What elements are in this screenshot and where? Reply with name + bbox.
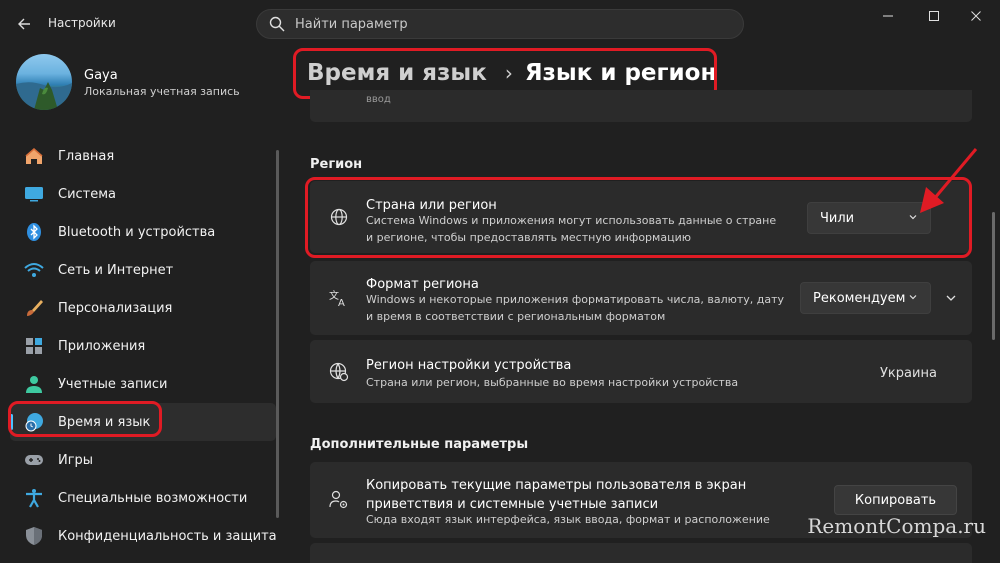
region-section-title: Регион	[310, 157, 363, 172]
account-type: Локальная учетная запись	[84, 85, 240, 98]
sidebar-item-bluetooth[interactable]: Bluetooth и устройства	[10, 213, 276, 251]
red-arrow-icon	[920, 148, 978, 213]
sidebar-item-apps[interactable]: Приложения	[10, 327, 276, 365]
region-format-expand-button[interactable]	[936, 284, 966, 312]
chevron-down-icon	[909, 295, 917, 300]
copy-button[interactable]: Копировать	[834, 485, 957, 515]
next-settings-card[interactable]	[310, 543, 972, 563]
sidebar-item-personalization[interactable]: Персонализация	[10, 289, 276, 327]
system-icon	[24, 184, 44, 204]
user-name: Gaya	[84, 68, 118, 83]
sidebar-item-system[interactable]: Система	[10, 175, 276, 213]
maximize-icon	[929, 11, 939, 21]
shield-icon	[24, 526, 44, 546]
input-card-text: ввод	[366, 94, 391, 105]
watermark: RemontCompa.ru	[807, 514, 986, 538]
sidebar-item-accessibility[interactable]: Специальные возможности	[10, 479, 276, 517]
minimize-button[interactable]	[866, 4, 910, 28]
page-title: Язык и регион	[524, 60, 717, 86]
breadcrumb-separator: ›	[504, 61, 513, 85]
sidebar-scrollbar[interactable]	[276, 150, 279, 518]
sidebar-item-home[interactable]: Главная	[10, 137, 276, 175]
format-language-icon: 文A	[328, 287, 350, 309]
region-format-dropdown[interactable]: Рекомендуем	[800, 282, 931, 314]
breadcrumb-parent[interactable]: Время и язык	[307, 60, 487, 86]
brush-icon	[24, 298, 44, 318]
country-region-title: Страна или регион	[366, 198, 497, 213]
maximize-button[interactable]	[912, 4, 956, 28]
region-format-description: Windows и некоторые приложения форматиро…	[366, 293, 785, 323]
search-input[interactable]	[295, 16, 695, 32]
close-icon	[971, 11, 981, 21]
sidebar-item-network[interactable]: Сеть и Интернет	[10, 251, 276, 289]
sidebar-item-gaming[interactable]: Игры	[10, 441, 276, 479]
copy-settings-description: Сюда входят язык интерфейса, язык ввода,…	[366, 513, 770, 526]
person-icon	[24, 374, 44, 394]
search-box[interactable]	[256, 9, 744, 39]
input-settings-card[interactable]: ввод	[310, 90, 972, 122]
time-language-icon	[24, 412, 44, 432]
region-format-title: Формат региона	[366, 277, 479, 292]
device-region-value: Украина	[880, 366, 937, 381]
gamepad-icon	[24, 450, 44, 470]
sidebar-item-privacy[interactable]: Конфиденциальность и защита	[10, 517, 277, 555]
accessibility-icon	[24, 488, 44, 508]
breadcrumb: Время и язык › Язык и регион	[307, 56, 716, 90]
avatar-image	[16, 82, 72, 110]
people-settings-icon	[328, 489, 350, 511]
app-title: Настройки	[48, 16, 116, 30]
sidebar-item-accounts[interactable]: Учетные записи	[10, 365, 276, 403]
device-region-title: Регион настройки устройства	[366, 358, 572, 373]
minimize-icon	[883, 15, 893, 17]
back-button[interactable]	[10, 12, 38, 36]
avatar[interactable]	[16, 54, 72, 110]
globe-icon	[328, 206, 350, 228]
copy-settings-title: Копировать текущие параметры пользовател…	[366, 478, 747, 512]
device-region-description: Страна или регион, выбранные во время на…	[366, 376, 739, 389]
sidebar-nav: Главная Система Bluetooth и устройства С…	[10, 137, 277, 555]
sidebar-item-time-language[interactable]: Время и язык	[10, 403, 276, 441]
country-region-description: Система Windows и приложения могут испол…	[366, 214, 777, 244]
apps-icon	[24, 336, 44, 356]
home-icon	[24, 146, 44, 166]
arrow-left-icon	[18, 18, 30, 30]
device-region-card: Регион настройки устройства Страна или р…	[310, 340, 972, 403]
svg-text:A: A	[338, 298, 345, 308]
bluetooth-icon	[24, 222, 44, 242]
close-button[interactable]	[954, 4, 998, 28]
country-region-card[interactable]: Страна или регион Система Windows и прил…	[310, 181, 972, 253]
additional-section-title: Дополнительные параметры	[310, 437, 529, 452]
search-icon	[269, 16, 285, 32]
wifi-icon	[24, 260, 44, 280]
region-format-card[interactable]: 文A Формат региона Windows и некоторые пр…	[310, 261, 972, 335]
content-scrollbar[interactable]	[992, 212, 995, 340]
chevron-down-icon	[946, 295, 956, 301]
globe-settings-icon	[328, 361, 350, 383]
